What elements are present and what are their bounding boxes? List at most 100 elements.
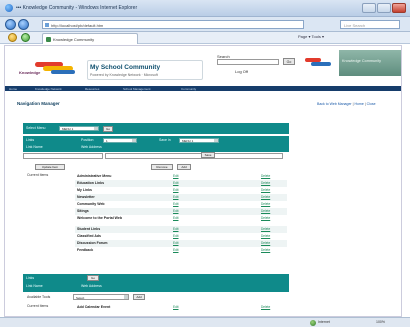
home-link[interactable]: Home — [354, 102, 363, 106]
update-item-button[interactable]: Update Item — [35, 164, 65, 170]
edit-link[interactable]: Edit — [173, 248, 179, 252]
web-address-input[interactable] — [105, 153, 283, 159]
delete-link[interactable]: Delete — [261, 188, 270, 192]
forward-arrow-icon[interactable] — [18, 19, 29, 30]
tab-label: Knowledge Community — [53, 37, 95, 42]
edit-link[interactable]: Edit — [173, 174, 179, 178]
links-edit-bar: Links Position 1 Save in MENU 1 Link Nam… — [23, 136, 289, 152]
edit-link[interactable]: Edit — [173, 234, 179, 238]
site-header: Knowledge My School Community Powered by… — [5, 46, 401, 86]
edit-link[interactable]: Edit — [173, 305, 179, 309]
available-tools-add-button[interactable]: Add — [133, 293, 145, 300]
position-select[interactable]: 1 — [103, 138, 137, 143]
menu-item-name: Community Web — [77, 202, 105, 206]
select-menu-dropdown[interactable]: MENU 1 — [59, 126, 99, 131]
back-arrow-icon[interactable] — [5, 19, 16, 30]
select-menu-label: Select Menu — [26, 126, 46, 130]
edit-link[interactable]: Edit — [173, 202, 179, 206]
table-row: Newsletter Edit Delete — [75, 194, 287, 201]
school-title: My School Community — [90, 64, 161, 71]
position-label: Position — [81, 138, 94, 142]
table-row: Feedback Edit Delete — [75, 247, 287, 254]
menu-item-name: Feedback — [77, 248, 94, 252]
delete-link[interactable]: Delete — [261, 181, 270, 185]
edit-link[interactable]: Edit — [173, 227, 179, 231]
select-menu-value: MENU 1 — [62, 127, 74, 131]
minimize-button[interactable] — [362, 3, 376, 13]
save-button[interactable]: Save — [201, 152, 215, 158]
position-value: 1 — [106, 139, 108, 143]
close-link[interactable]: Close — [367, 102, 376, 106]
status-bar: Internet 100% — [0, 317, 410, 327]
delete-link[interactable]: Delete — [261, 195, 270, 199]
close-button[interactable] — [392, 3, 406, 13]
menu-item-name: My Links — [77, 188, 92, 192]
logoff-link[interactable]: Log Off — [235, 69, 248, 74]
site-favicon-icon — [46, 37, 51, 42]
edit-link[interactable]: Edit — [173, 195, 179, 199]
nav-item-0[interactable]: Home — [9, 87, 17, 91]
delete-link[interactable]: Delete — [261, 234, 270, 238]
live-search-placeholder: Live Search — [344, 23, 366, 28]
top-nav-strip: Home Knowledge Network Resources School … — [5, 86, 401, 91]
badge-text: Knowledge Community — [342, 59, 382, 63]
menu-item-name: Welcome to the Portal Web — [77, 216, 122, 220]
link-name-input[interactable] — [23, 153, 103, 159]
back-to-web-manager-link[interactable]: Back to Web Manager — [317, 102, 352, 106]
live-search-input[interactable]: Live Search — [340, 20, 400, 29]
current-items-label-2: Current Items — [27, 304, 49, 308]
address-bar: http://localhost/pb/default.htm Live Sea… — [0, 17, 410, 32]
toolbar-menu[interactable]: Page ▾ Tools ▾ — [298, 34, 324, 39]
nav-item-2[interactable]: Resources — [85, 87, 99, 91]
tab-bar: Knowledge Community Page ▾ Tools ▾ — [0, 32, 410, 44]
tool-item-name: Add Calendar Event — [77, 305, 111, 309]
chevron-down-icon — [124, 295, 128, 299]
knowledge-community-logo: Knowledge — [19, 60, 85, 78]
menu-item-name: Education Links — [77, 181, 105, 185]
save-in-value: MENU 1 — [182, 139, 194, 143]
nav-item-3[interactable]: School Management — [123, 87, 151, 91]
site-search-input[interactable] — [217, 59, 279, 65]
delete-link[interactable]: Delete — [261, 248, 270, 252]
table-row: Community Web Edit Delete — [75, 201, 287, 208]
table-row: Classified Ads Edit Delete — [75, 233, 287, 240]
nav-item-4[interactable]: Community — [181, 87, 196, 91]
edit-link[interactable]: Edit — [173, 209, 179, 213]
save-in-label: Save in — [159, 138, 171, 142]
available-tools-value: Select — [76, 295, 85, 300]
link-name-label-2: Link Name — [26, 284, 43, 288]
delete-link[interactable]: Delete — [261, 174, 270, 178]
favorites-star-icon[interactable] — [8, 33, 17, 42]
save-in-select[interactable]: MENU 1 — [179, 138, 219, 143]
site-search-go-button[interactable]: Go — [283, 58, 295, 65]
delete-link[interactable]: Delete — [261, 241, 270, 245]
delete-link[interactable]: Delete — [261, 202, 270, 206]
delete-link[interactable]: Delete — [261, 227, 270, 231]
delete-link[interactable]: Delete — [261, 209, 270, 213]
remove-button[interactable]: Remove — [151, 164, 173, 170]
select-menu-bar: Select Menu MENU 1 Go — [23, 123, 289, 134]
select-menu-go-button[interactable]: Go — [103, 125, 113, 132]
available-tools-select[interactable]: Select — [73, 294, 129, 300]
zoom-level[interactable]: 100% — [376, 320, 385, 324]
table-row: Add Calendar Event Edit Delete — [75, 304, 287, 311]
menu-item-name: Sitings — [77, 209, 89, 213]
delete-link[interactable]: Delete — [261, 305, 270, 309]
add-favorites-icon[interactable] — [21, 33, 30, 42]
table-row: Discussion Forum Edit Delete — [75, 240, 287, 247]
edit-link[interactable]: Edit — [173, 188, 179, 192]
table-row: Education Links Edit Delete — [75, 180, 287, 187]
links-go-button-2[interactable]: Go — [87, 275, 99, 281]
url-input[interactable]: http://localhost/pb/default.htm — [42, 20, 304, 29]
url-text: http://localhost/pb/default.htm — [51, 23, 104, 28]
edit-link[interactable]: Edit — [173, 181, 179, 185]
maximize-button[interactable] — [377, 3, 391, 13]
edit-link[interactable]: Edit — [173, 241, 179, 245]
delete-link[interactable]: Delete — [261, 216, 270, 220]
links-label: Links — [26, 138, 35, 142]
edit-link[interactable]: Edit — [173, 216, 179, 220]
tab-knowledge-community[interactable]: Knowledge Community — [42, 33, 138, 44]
add-button[interactable]: Add — [177, 164, 191, 170]
nav-item-1[interactable]: Knowledge Network — [35, 87, 62, 91]
link-name-label: Link Name — [26, 145, 43, 149]
